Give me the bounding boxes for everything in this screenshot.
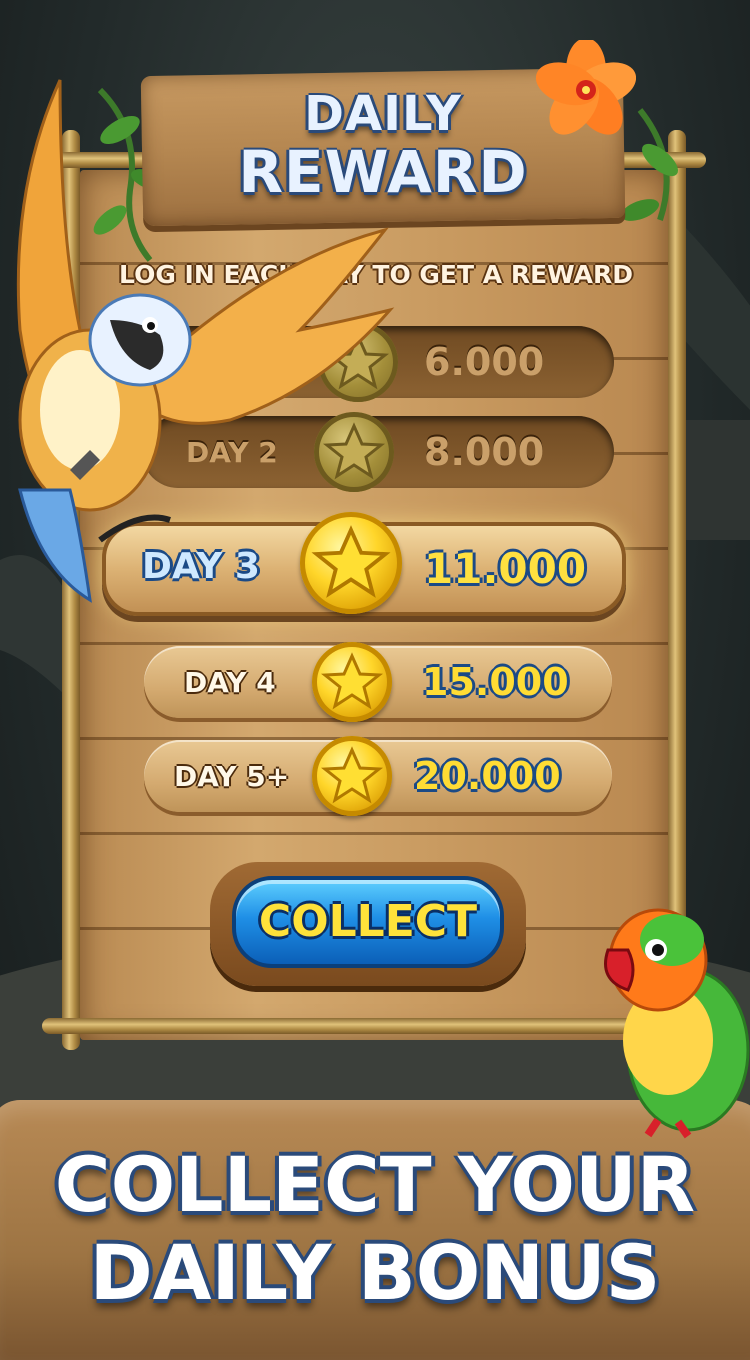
- collect-button[interactable]: COLLECT: [232, 876, 504, 968]
- reward-day-label: DAY 5+: [174, 760, 290, 793]
- lovebird-parrot-mascot: [604, 908, 750, 1139]
- promo-subheadline: DAILY BONUS: [89, 1228, 661, 1317]
- reward-amount: 20.000: [414, 754, 561, 798]
- reward-amount: 6.000: [424, 340, 545, 384]
- star-coin-icon: [312, 642, 392, 722]
- hibiscus-flower-icon: [536, 40, 636, 135]
- star-coin-icon: [312, 736, 392, 816]
- collect-button-label: COLLECT: [258, 896, 478, 947]
- reward-day-label: DAY 4: [184, 666, 276, 699]
- macaw-parrot-mascot: [16, 79, 395, 603]
- promo-headline: COLLECT YOUR: [54, 1140, 696, 1229]
- reward-amount: 11.000: [424, 544, 587, 593]
- reward-amount: 8.000: [424, 430, 545, 474]
- reward-amount: 15.000: [422, 660, 569, 704]
